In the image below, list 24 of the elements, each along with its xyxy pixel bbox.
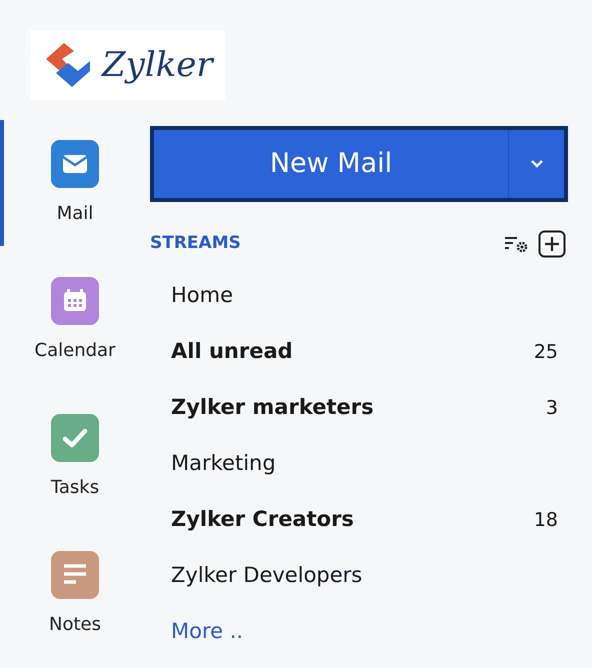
app-label[interactable]: Calendar <box>34 337 116 364</box>
app-label[interactable]: Notes <box>49 611 101 638</box>
tasks-app-icon[interactable] <box>51 414 99 462</box>
stream-item[interactable]: Zylker Developers <box>171 560 362 592</box>
unread-count: 25 <box>534 340 558 365</box>
app-label[interactable]: Mail <box>56 200 94 227</box>
mail-app-icon[interactable] <box>51 140 99 188</box>
stream-item[interactable]: Zylker Creators <box>171 504 354 536</box>
section-title: STREAMS <box>150 232 241 256</box>
unread-count: 18 <box>534 508 558 533</box>
more-link[interactable]: More .. <box>171 616 244 648</box>
app-label[interactable]: Tasks <box>50 474 100 501</box>
filter-settings-icon[interactable] <box>504 234 530 254</box>
logo-text: Zylker <box>102 48 213 82</box>
new-mail-button[interactable]: New Mail <box>154 130 508 198</box>
notes-app-icon[interactable] <box>51 551 99 599</box>
stream-item[interactable]: Marketing <box>171 448 276 480</box>
unread-count: 3 <box>546 396 558 421</box>
calendar-app-icon[interactable] <box>51 277 99 325</box>
chevron-down-icon <box>530 159 544 169</box>
stream-item[interactable]: All unread <box>171 336 293 368</box>
add-icon[interactable] <box>538 230 566 258</box>
stream-item[interactable]: Zylker marketers <box>171 392 374 424</box>
stream-item[interactable]: Home <box>171 280 234 312</box>
